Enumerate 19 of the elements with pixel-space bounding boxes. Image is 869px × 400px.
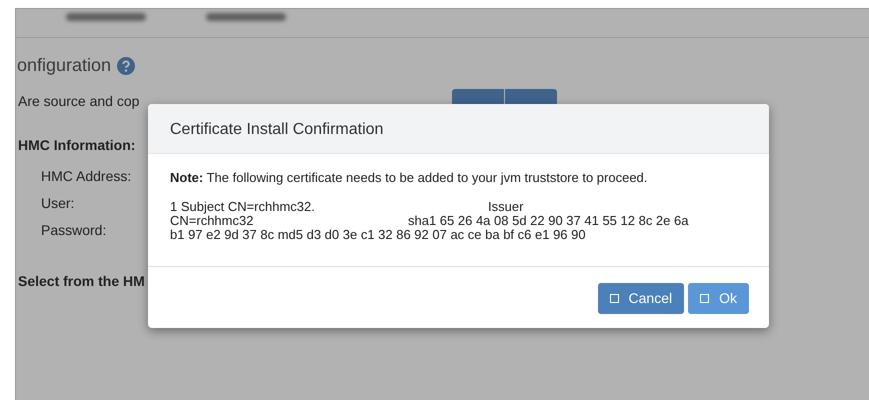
field-label: User: bbox=[41, 195, 74, 211]
section-label: HMC Information: bbox=[18, 136, 136, 155]
square-icon bbox=[700, 294, 710, 303]
help-icon[interactable] bbox=[117, 56, 136, 74]
certificate-text: Issuer bbox=[488, 200, 524, 214]
dialog-title: Certificate Install Confirmation bbox=[148, 104, 769, 154]
certificate-text: 1 Subject CN=rchhmc32. bbox=[170, 200, 316, 214]
question-text: Are source and cop bbox=[18, 92, 140, 111]
dialog-button[interactable]: Ok bbox=[688, 283, 749, 314]
certificate-text: sha1 65 26 4a 08 5d 22 90 37 41 55 12 8c 2e 6a bbox=[408, 214, 688, 228]
note-text: Note: The following certificate needs to be added to your jvm truststore to proceed. bbox=[170, 169, 648, 187]
dialog-button[interactable]: Cancel bbox=[598, 283, 684, 314]
square-icon bbox=[610, 294, 619, 303]
field-label: Password: bbox=[41, 222, 106, 238]
field-label: HMC Address: bbox=[41, 168, 132, 184]
certificate-text: b1 97 e2 9d 37 8c md5 d3 d0 3e c1 32 86 92 07 ac ce ba bf c6 e1 96 90 bbox=[170, 228, 586, 242]
section-label: Select from the HM bbox=[18, 272, 146, 291]
certificate-text: CN=rchhmc32 bbox=[170, 214, 254, 228]
section-heading: onfiguration bbox=[17, 54, 112, 77]
